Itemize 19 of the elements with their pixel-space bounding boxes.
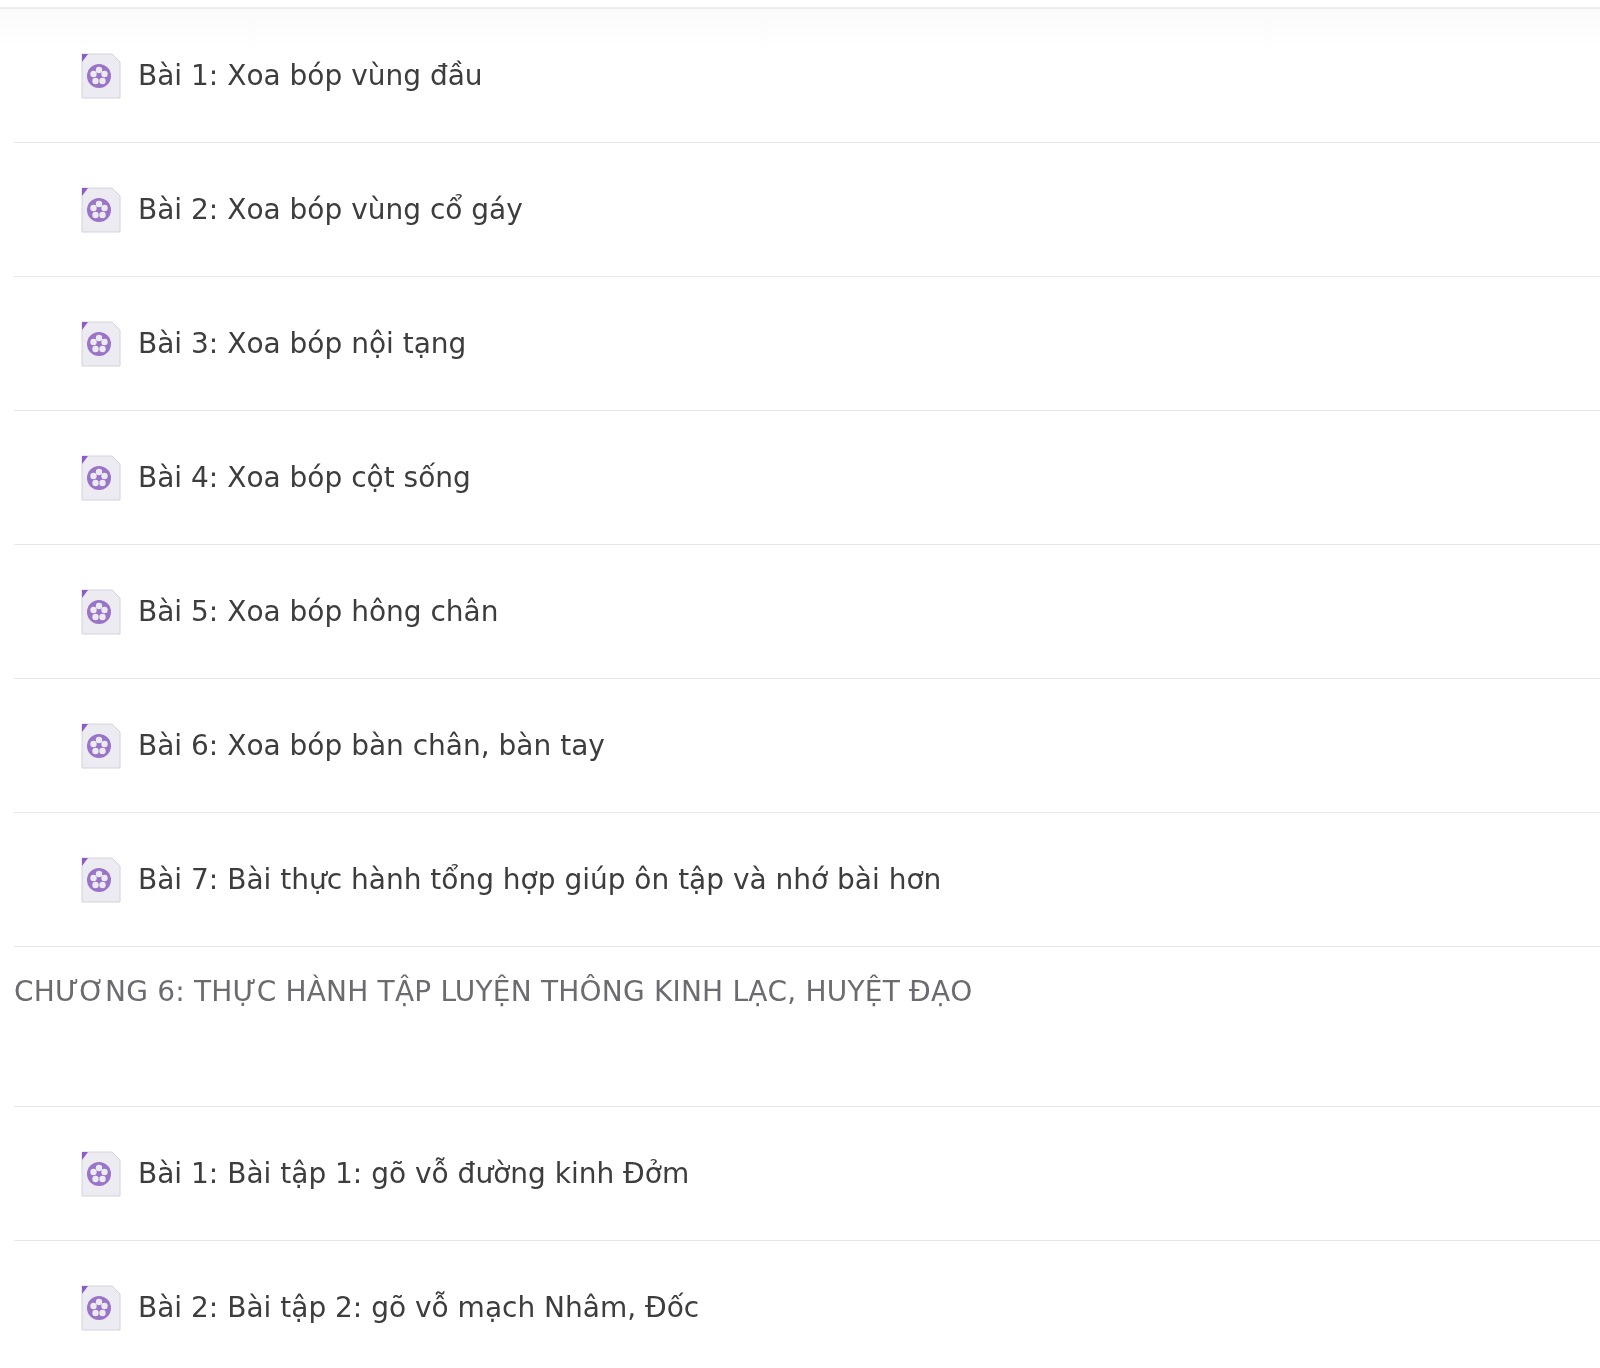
lesson-link[interactable]: Bài 5: Xoa bóp hông chân xyxy=(138,595,499,628)
lesson-link[interactable]: Bài 4: Xoa bóp cột sống xyxy=(138,461,471,494)
lesson-link[interactable]: Bài 7: Bài thực hành tổng hợp giúp ôn tập và nhớ bài hơn xyxy=(138,863,942,896)
video-file-icon xyxy=(78,453,122,502)
video-file-icon xyxy=(78,51,122,100)
lesson-link[interactable]: Bài 1: Xoa bóp vùng đầu xyxy=(138,59,483,92)
lesson-link[interactable]: Bài 2: Xoa bóp vùng cổ gáy xyxy=(138,193,523,226)
lesson-link[interactable]: Bài 2: Bài tập 2: gõ vỗ mạch Nhâm, Đốc xyxy=(138,1291,700,1324)
lesson-link[interactable]: Bài 1: Bài tập 1: gõ vỗ đường kinh Đởm xyxy=(138,1157,690,1190)
video-file-icon xyxy=(78,855,122,904)
video-file-icon xyxy=(78,721,122,770)
video-file-icon xyxy=(78,1149,122,1198)
chapter-title: CHƯƠNG 6: THỰC HÀNH TẬP LUYỆN THÔNG KINH LẠC, HUYỆT ĐẠO xyxy=(14,975,973,1008)
video-file-icon xyxy=(78,587,122,636)
video-file-icon xyxy=(78,319,122,368)
video-file-icon xyxy=(78,185,122,234)
video-file-icon xyxy=(78,1283,122,1332)
lesson-link[interactable]: Bài 6: Xoa bóp bàn chân, bàn tay xyxy=(138,729,605,762)
lesson-link[interactable]: Bài 3: Xoa bóp nội tạng xyxy=(138,327,467,360)
